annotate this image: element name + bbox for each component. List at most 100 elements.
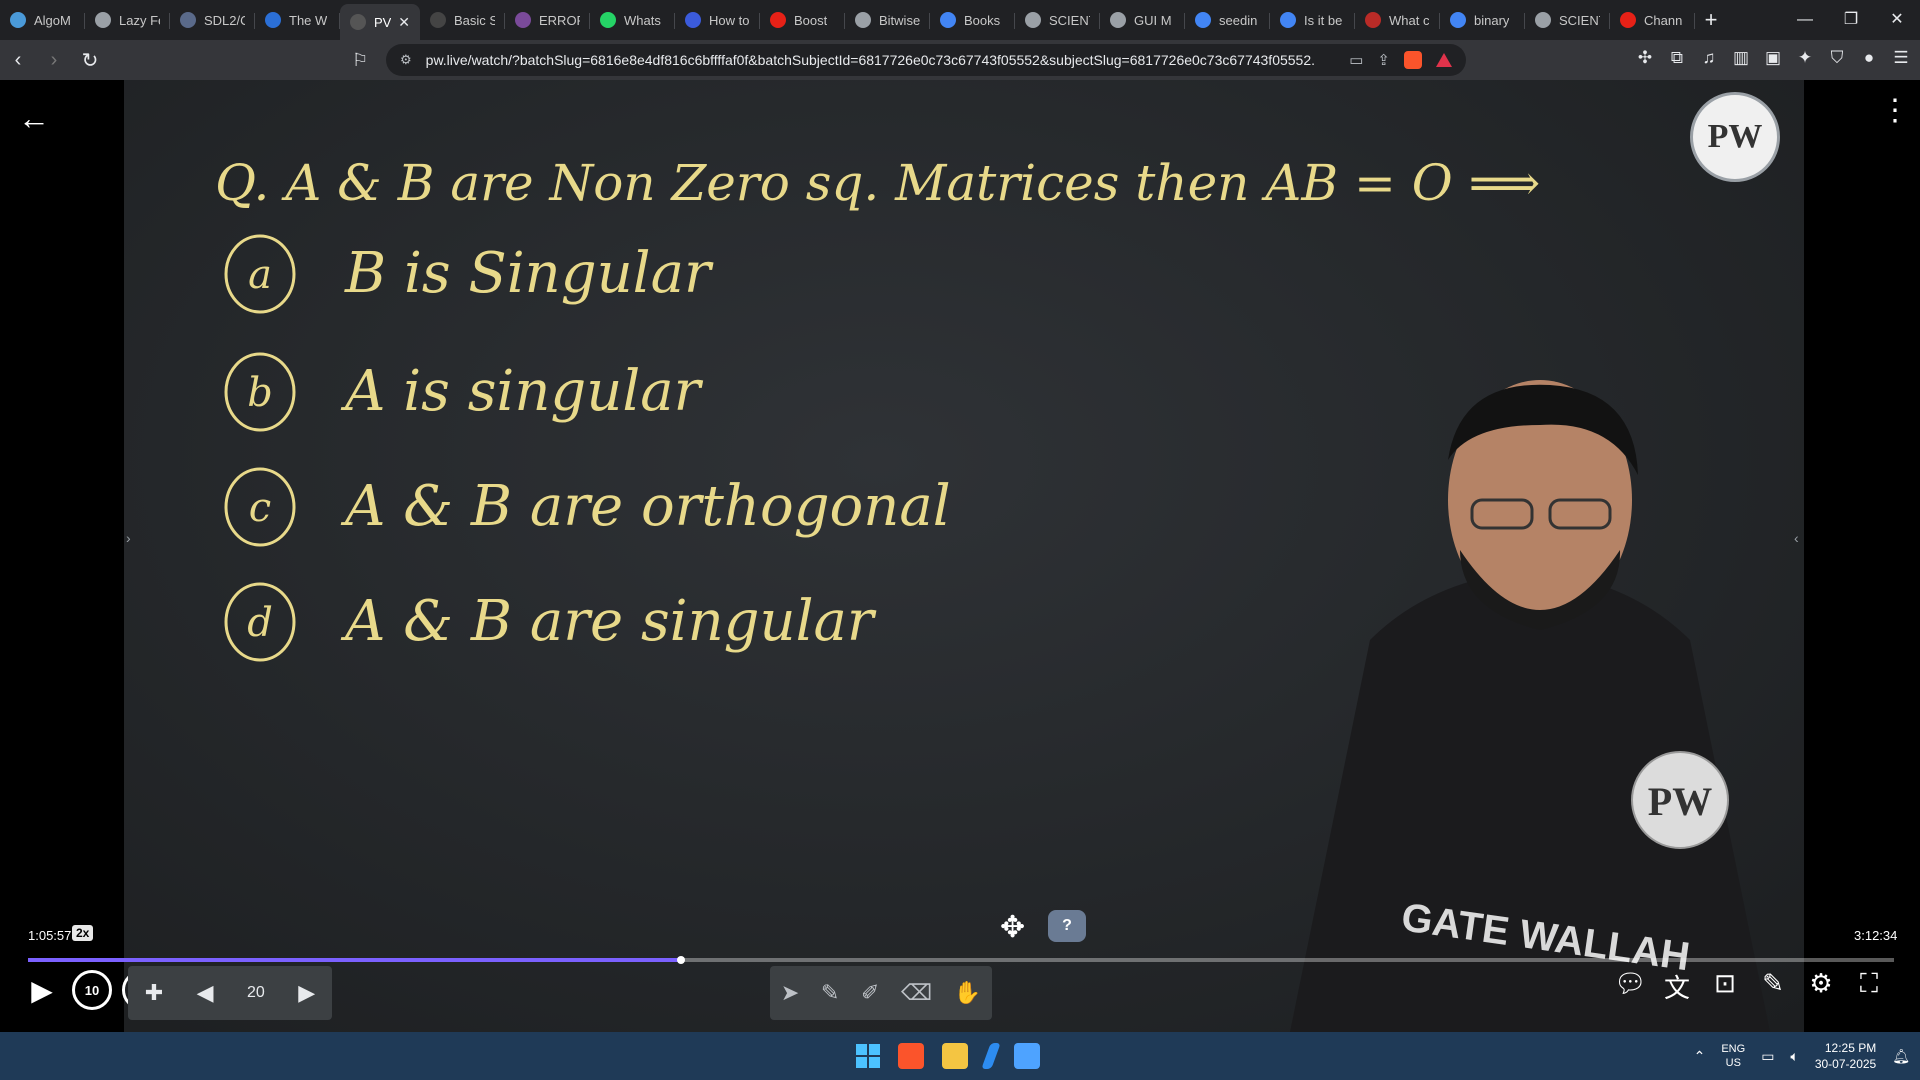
address-bar[interactable]: ⚙ pw.live/watch/?batchSlug=6816e8e4df816… bbox=[386, 44, 1466, 76]
tab-6[interactable]: ERROR bbox=[505, 4, 590, 36]
pointer-icon[interactable]: ➤ bbox=[781, 980, 799, 1006]
playback-speed-badge[interactable]: 2x bbox=[72, 925, 94, 941]
language-indicator[interactable]: ENG US bbox=[1721, 1042, 1745, 1070]
file-explorer-icon[interactable] bbox=[942, 1043, 968, 1069]
pen-app-icon[interactable] bbox=[981, 1043, 1001, 1069]
back-icon[interactable]: ‹ bbox=[0, 49, 36, 72]
left-panel-chevron-icon[interactable]: › bbox=[126, 530, 131, 546]
tab-13[interactable]: GUI M bbox=[1100, 4, 1185, 36]
start-icon[interactable] bbox=[856, 1044, 880, 1068]
brave-rewards-icon[interactable] bbox=[1436, 53, 1452, 67]
vpn-icon[interactable]: ⛉ bbox=[1828, 48, 1846, 68]
tab-7[interactable]: Whats bbox=[590, 4, 675, 36]
tray-chevron-icon[interactable]: ⌃ bbox=[1694, 1048, 1706, 1065]
profile-icon[interactable]: ● bbox=[1860, 48, 1878, 68]
add-slide-icon[interactable]: ✚ bbox=[145, 980, 163, 1006]
back-arrow-icon[interactable]: ← bbox=[18, 100, 50, 137]
prev-slide-icon[interactable]: ◀ bbox=[197, 980, 214, 1006]
translate-icon[interactable]: 文 bbox=[1662, 968, 1692, 1005]
tab-3[interactable]: The W bbox=[255, 4, 340, 36]
tab-14[interactable]: seedin bbox=[1185, 4, 1270, 36]
help-icon[interactable]: ? bbox=[1048, 910, 1086, 942]
play-icon[interactable]: ▶ bbox=[22, 974, 62, 1007]
tab-2[interactable]: SDL2/C bbox=[170, 4, 255, 36]
tab-favicon-icon bbox=[940, 12, 956, 28]
seek-bar[interactable] bbox=[28, 956, 1894, 964]
tab-18[interactable]: SCIENT bbox=[1525, 4, 1610, 36]
forward-icon[interactable]: › bbox=[36, 49, 72, 72]
sidebar-icon[interactable]: ▥ bbox=[1732, 48, 1750, 68]
wallet-icon[interactable]: ▣ bbox=[1764, 48, 1782, 68]
tab-4[interactable]: PV ✕ bbox=[340, 4, 420, 40]
right-controls: 💬︎ 文 ⊡ ✎ ⚙ ⛶ bbox=[1614, 968, 1884, 1005]
tab-16[interactable]: What c bbox=[1355, 4, 1440, 36]
tab-favicon-icon bbox=[855, 12, 871, 28]
tab-0[interactable]: AlgoM bbox=[0, 4, 85, 36]
next-slide-icon[interactable]: ▶ bbox=[298, 980, 315, 1006]
tab-label: GUI M bbox=[1134, 12, 1172, 28]
option-letter-d: d bbox=[247, 600, 273, 646]
url-text[interactable]: pw.live/watch/?batchSlug=6816e8e4df816c6… bbox=[426, 52, 1316, 68]
comments-icon[interactable]: 💬︎ bbox=[1614, 968, 1647, 1005]
notes-icon[interactable]: ✎ bbox=[1758, 968, 1788, 1005]
site-info-icon[interactable]: ⚙ bbox=[400, 52, 412, 68]
notepad-icon[interactable] bbox=[1014, 1043, 1040, 1069]
notifications-icon[interactable]: 🔔︎ bbox=[1892, 1048, 1910, 1065]
lang-bottom: US bbox=[1725, 1057, 1741, 1069]
speaker-icon[interactable]: 🔈︎ bbox=[1790, 1048, 1798, 1065]
hand-icon[interactable]: ✋ bbox=[954, 980, 981, 1006]
media-icon[interactable]: ♫ bbox=[1700, 48, 1718, 68]
tab-favicon-icon bbox=[350, 14, 366, 30]
eraser-icon[interactable]: ⌫ bbox=[901, 980, 932, 1006]
tab-1[interactable]: Lazy Fe bbox=[85, 4, 170, 36]
total-time: 3:12:34 bbox=[1854, 928, 1898, 943]
right-panel-chevron-icon[interactable]: ‹ bbox=[1794, 530, 1799, 546]
screenshot-icon[interactable]: ⧉ bbox=[1668, 48, 1686, 68]
tab-label: Is it be bbox=[1304, 12, 1343, 28]
tab-favicon-icon bbox=[265, 12, 281, 28]
tab-label: ERROR bbox=[539, 12, 580, 28]
extensions-icon[interactable]: ✣ bbox=[1636, 48, 1654, 68]
video-player[interactable]: Q. A & B are Non Zero sq. Matrices then … bbox=[0, 80, 1920, 1032]
close-window-icon[interactable]: ✕ bbox=[1874, 0, 1920, 40]
network-icon[interactable]: ▭ bbox=[1761, 1048, 1774, 1065]
bookmark-icon[interactable]: ⚐ bbox=[352, 50, 370, 70]
tab-10[interactable]: Bitwise bbox=[845, 4, 930, 36]
pen-icon[interactable]: ✎ bbox=[821, 980, 839, 1006]
cast-icon[interactable]: ▭ bbox=[1349, 51, 1363, 69]
tab-17[interactable]: binary bbox=[1440, 4, 1525, 36]
move-icon[interactable]: ✥ bbox=[1000, 910, 1025, 945]
tab-12[interactable]: SCIENT bbox=[1015, 4, 1100, 36]
tab-close-icon[interactable]: ✕ bbox=[398, 14, 410, 31]
tab-favicon-icon bbox=[1110, 12, 1126, 28]
tab-favicon-icon bbox=[95, 12, 111, 28]
tab-15[interactable]: Is it be bbox=[1270, 4, 1355, 36]
playlist-icon[interactable]: ⊡ bbox=[1710, 968, 1740, 1005]
extension-icons: ✣ ⧉ ♫ ▥ ▣ ✦ ⛉ ● ☰ bbox=[1636, 48, 1910, 68]
leo-ai-icon[interactable]: ✦ bbox=[1796, 48, 1814, 68]
slide-count[interactable]: 20 bbox=[247, 984, 265, 1002]
brave-shields-icon[interactable] bbox=[1404, 51, 1422, 69]
restore-icon[interactable]: ❐ bbox=[1828, 0, 1874, 40]
clock[interactable]: 12:25 PM 30-07-2025 bbox=[1815, 1040, 1876, 1072]
tab-8[interactable]: How to bbox=[675, 4, 760, 36]
tab-19[interactable]: Chann bbox=[1610, 4, 1695, 36]
minimize-icon[interactable]: — bbox=[1782, 0, 1828, 40]
reload-icon[interactable]: ↻ bbox=[72, 48, 108, 73]
settings-icon[interactable]: ⚙ bbox=[1806, 968, 1836, 1005]
tab-11[interactable]: Books bbox=[930, 4, 1015, 36]
brave-browser-icon[interactable] bbox=[898, 1043, 924, 1069]
tab-9[interactable]: Boost bbox=[760, 4, 845, 36]
rewind-10-icon[interactable]: 10 bbox=[72, 970, 112, 1010]
tab-5[interactable]: Basic S bbox=[420, 4, 505, 36]
svg-text:PW: PW bbox=[1648, 779, 1712, 824]
new-tab-button[interactable]: + bbox=[1695, 7, 1727, 33]
presenter-image: PW GATE WALLAH bbox=[1290, 380, 1770, 1032]
menu-icon[interactable]: ☰ bbox=[1892, 48, 1910, 68]
more-options-icon[interactable]: ⋮ bbox=[1880, 96, 1910, 126]
tab-label: Whats bbox=[624, 12, 661, 28]
fullscreen-icon[interactable]: ⛶ bbox=[1854, 968, 1884, 1005]
share-icon[interactable]: ⇪ bbox=[1377, 51, 1390, 69]
marker-icon[interactable]: ✐ bbox=[861, 980, 879, 1006]
option-letter-c: c bbox=[249, 485, 271, 531]
